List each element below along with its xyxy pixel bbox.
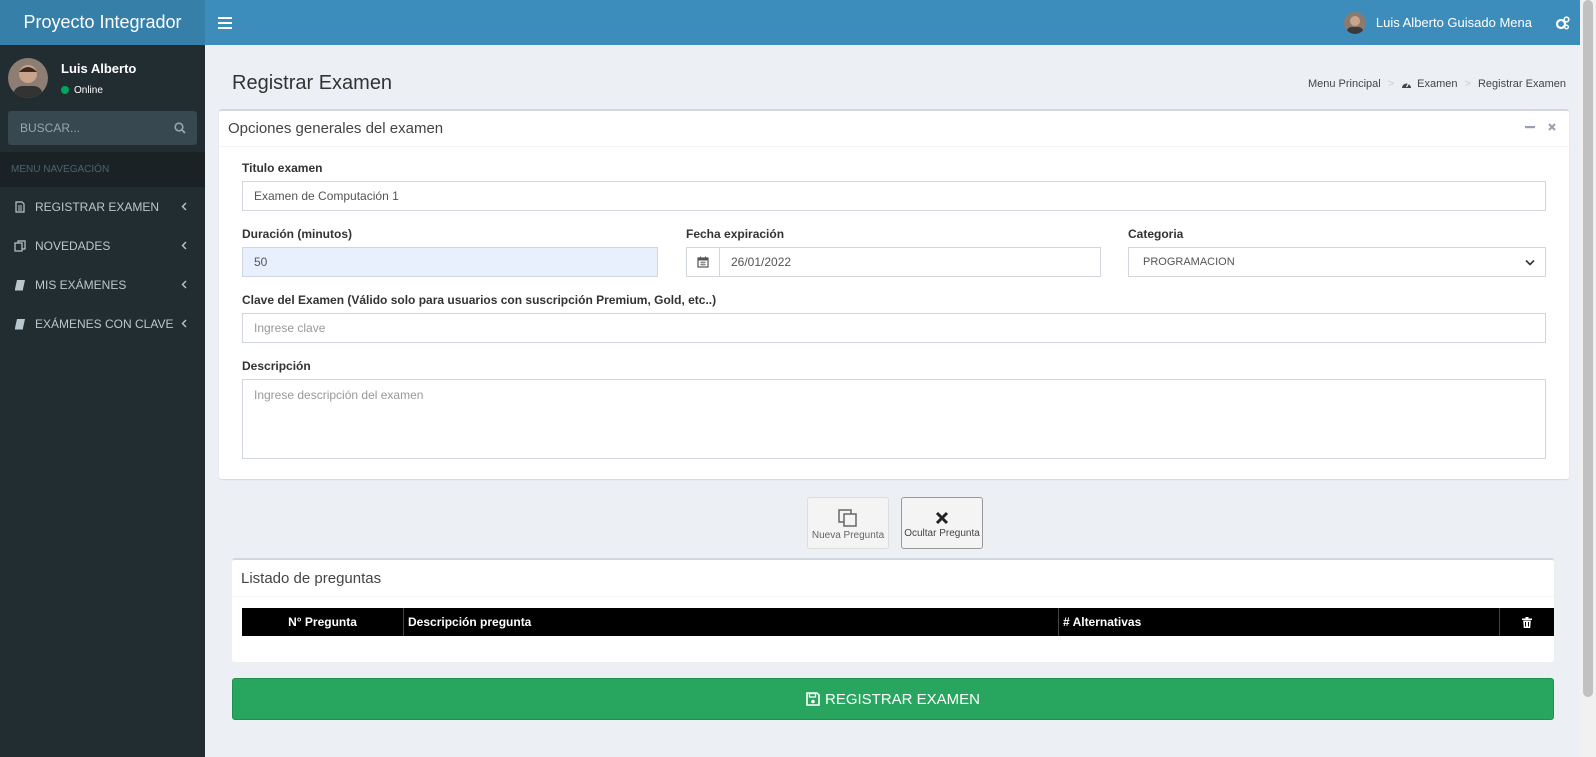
sidebar-item-registrar-examen[interactable]: REGISTRAR EXAMEN (0, 187, 205, 226)
chevron-down-icon (1525, 259, 1535, 266)
calendar-addon[interactable] (686, 247, 720, 277)
content-wrapper: Registrar Examen Menu Principal > Examen… (205, 45, 1580, 757)
sidebar-item-novedades[interactable]: NOVEDADES (0, 226, 205, 265)
sidebar-item-examenes-con-clave[interactable]: EXÁMENES CON CLAVE (0, 304, 205, 343)
sidebar-avatar (8, 58, 48, 98)
search-icon[interactable] (174, 122, 186, 134)
calendar-icon (697, 256, 709, 268)
categoria-label: Categoria (1128, 227, 1184, 241)
sidebar-item-label: MIS EXÁMENES (35, 277, 127, 292)
chevron-left-icon (181, 241, 187, 250)
scrollbar-thumb[interactable] (1583, 0, 1593, 697)
breadcrumb-item-menu-principal[interactable]: Menu Principal (1308, 78, 1381, 90)
clave-label: Clave del Examen (Válido solo para usuar… (242, 293, 717, 307)
page-title: Registrar Examen (232, 72, 393, 94)
categoria-select[interactable]: PROGRAMACION (1128, 247, 1546, 277)
brand-logo[interactable]: Proyecto Integrador (0, 0, 205, 45)
settings-button[interactable] (1544, 0, 1580, 45)
hamburger-icon (218, 16, 232, 29)
registrar-examen-button[interactable]: REGISTRAR EXAMEN (232, 678, 1554, 720)
column-header: N° Pregunta (242, 608, 404, 636)
top-user-name: Luis Alberto Guisado Mena (1375, 15, 1532, 30)
breadcrumb-item-examen[interactable]: Examen (1417, 78, 1457, 90)
sidebar-toggle-button[interactable] (205, 0, 245, 45)
ocultar-pregunta-label: Ocultar Pregunta (904, 528, 980, 539)
copy-icon (14, 239, 26, 252)
book-icon (15, 318, 25, 329)
copy-icon (838, 509, 857, 527)
brand-text: Proyecto Integrador (23, 12, 182, 32)
fecha-input[interactable] (719, 247, 1101, 277)
titulo-input[interactable] (242, 181, 1546, 211)
sidebar-search (8, 111, 197, 145)
registrar-examen-label: REGISTRAR EXAMEN (824, 690, 981, 708)
online-dot-icon (61, 86, 69, 94)
search-input[interactable] (20, 121, 140, 135)
exam-options-box: Opciones generales del examen Titulo exa… (219, 109, 1569, 479)
sidebar: Luis Alberto Online MENU NAVEGACIÓN REGI… (0, 45, 205, 757)
book-icon (15, 279, 25, 290)
gears-icon (1555, 15, 1570, 29)
trash-icon (1522, 616, 1532, 628)
save-icon (806, 692, 820, 706)
document-icon (15, 200, 25, 213)
categoria-selected-value: PROGRAMACION (1143, 256, 1235, 268)
descripcion-label: Descripción (242, 359, 311, 373)
descripcion-textarea[interactable] (242, 379, 1546, 459)
sidebar-item-mis-examenes[interactable]: MIS EXÁMENES (0, 265, 205, 304)
breadcrumb: Menu Principal > Examen > Registrar Exam… (1307, 78, 1566, 90)
questions-table-header: N° Pregunta Descripción pregunta # Alter… (242, 608, 1554, 636)
close-icon[interactable] (1547, 122, 1557, 132)
sidebar-item-label: NOVEDADES (35, 238, 111, 253)
titulo-label: Titulo examen (242, 161, 323, 175)
box-title: Opciones generales del examen (228, 120, 444, 137)
duracion-input[interactable] (242, 247, 658, 277)
column-header-delete (1500, 608, 1554, 636)
sidebar-user-name: Luis Alberto (61, 60, 137, 76)
nueva-pregunta-label: Nueva Pregunta (811, 530, 885, 541)
breadcrumb-item-current: Registrar Examen (1477, 78, 1566, 90)
close-icon (935, 511, 949, 525)
questions-title: Listado de preguntas (241, 569, 382, 587)
menu-header: MENU NAVEGACIÓN (0, 152, 205, 187)
chevron-left-icon (181, 280, 187, 289)
fecha-label: Fecha expiración (686, 227, 785, 241)
top-navbar: Luis Alberto Guisado Mena (205, 0, 1580, 45)
column-header: # Alternativas (1059, 608, 1500, 636)
column-header: Descripción pregunta (404, 608, 1059, 636)
chevron-left-icon (181, 202, 187, 211)
questions-box: Listado de preguntas N° Pregunta Descrip… (232, 558, 1554, 662)
dashboard-icon (1402, 82, 1412, 88)
user-panel: Luis Alberto Online (0, 45, 205, 111)
nueva-pregunta-button[interactable]: Nueva Pregunta (807, 497, 889, 549)
user-avatar (1343, 11, 1366, 34)
sidebar-item-label: EXÁMENES CON CLAVE (35, 316, 174, 331)
ocultar-pregunta-button[interactable]: Ocultar Pregunta (901, 497, 983, 549)
sidebar-item-label: REGISTRAR EXAMEN (35, 199, 160, 214)
chevron-left-icon (181, 319, 187, 328)
clave-input[interactable] (242, 313, 1546, 343)
duracion-label: Duración (minutos) (242, 227, 352, 241)
user-menu[interactable]: Luis Alberto Guisado Mena (1332, 11, 1544, 34)
online-status: Online (61, 85, 136, 96)
page-scrollbar[interactable] (1580, 0, 1596, 757)
minimize-icon[interactable] (1525, 122, 1535, 132)
